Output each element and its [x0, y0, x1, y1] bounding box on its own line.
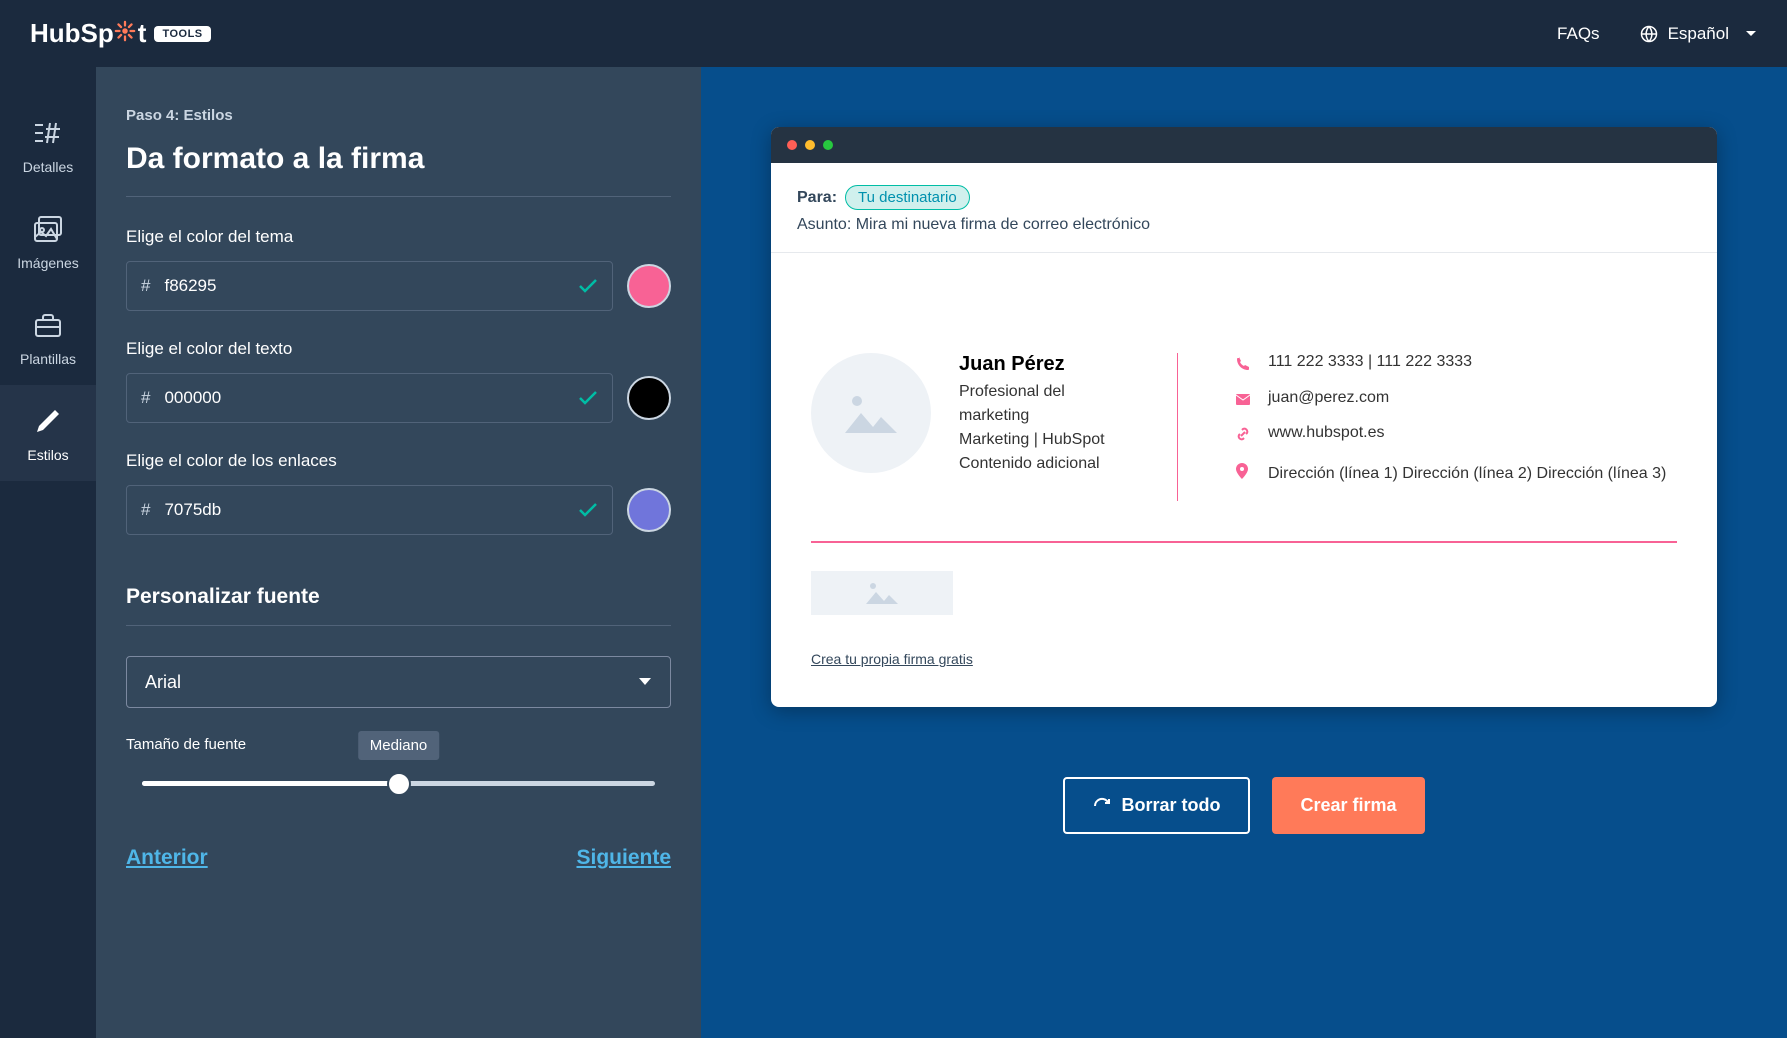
sidebar-item-imagenes[interactable]: Imágenes: [0, 193, 96, 289]
sidebar-item-label: Imágenes: [17, 255, 78, 271]
brand-text-prefix: HubSp: [30, 18, 114, 49]
email-icon: [1236, 392, 1252, 410]
font-select-value: Arial: [145, 672, 638, 693]
check-icon: [578, 278, 598, 294]
check-icon: [578, 502, 598, 518]
caret-down-icon: [1745, 30, 1757, 38]
pencil-icon: [30, 403, 66, 439]
link-icon: [1236, 427, 1252, 446]
form-panel: Paso 4: Estilos Da formato a la firma El…: [96, 67, 701, 1038]
faqs-link[interactable]: FAQs: [1557, 24, 1600, 44]
sig-address: Dirección (línea 1) Dirección (línea 2) …: [1268, 460, 1666, 487]
sig-line1: Profesional del marketing: [959, 380, 1139, 428]
sidebar: Detalles Imágenes Plantillas Estilos: [0, 67, 96, 1038]
window-titlebar: [771, 127, 1717, 163]
link-color-swatch[interactable]: [627, 488, 671, 532]
theme-color-input[interactable]: [164, 276, 578, 296]
sig-phone: 111 222 3333 | 111 222 3333: [1268, 353, 1472, 371]
theme-color-label: Elige el color del tema: [126, 227, 671, 247]
sig-line2: Marketing | HubSpot: [959, 428, 1139, 452]
check-icon: [578, 390, 598, 406]
hash-prefix: #: [141, 500, 150, 520]
images-icon: [30, 211, 66, 247]
link-color-input[interactable]: [164, 500, 578, 520]
sig-web: www.hubspot.es: [1268, 424, 1385, 442]
sig-line3: Contenido adicional: [959, 452, 1139, 476]
preview-window: Para: Tu destinatario Asunto: Mira mi nu…: [771, 127, 1717, 707]
sprocket-icon: [114, 18, 136, 49]
slider-thumb[interactable]: [387, 772, 411, 796]
subject-line: Asunto: Mira mi nueva firma de correo el…: [797, 216, 1691, 234]
text-color-input[interactable]: [164, 388, 578, 408]
link-color-label: Elige el color de los enlaces: [126, 451, 671, 471]
language-selector[interactable]: Español: [1640, 24, 1757, 44]
create-signature-button[interactable]: Crear firma: [1272, 777, 1424, 834]
to-recipient-pill: Tu destinatario: [845, 185, 970, 210]
link-color-input-wrap[interactable]: #: [126, 485, 613, 535]
phone-icon: [1236, 356, 1252, 375]
sidebar-item-label: Plantillas: [20, 351, 76, 367]
avatar-placeholder: [811, 353, 931, 473]
text-color-label: Elige el color del texto: [126, 339, 671, 359]
window-close-dot: [787, 140, 797, 150]
text-lines-icon: [30, 115, 66, 151]
step-label: Paso 4: Estilos: [126, 107, 671, 124]
window-min-dot: [805, 140, 815, 150]
brand-text-suffix: t: [138, 18, 147, 49]
language-label: Español: [1668, 24, 1729, 44]
sig-footer-line: [811, 541, 1677, 543]
theme-color-input-wrap[interactable]: #: [126, 261, 613, 311]
sidebar-item-label: Estilos: [27, 447, 68, 463]
to-label: Para:: [797, 189, 837, 207]
font-size-slider[interactable]: Mediano: [142, 781, 655, 786]
theme-color-swatch[interactable]: [627, 264, 671, 308]
map-pin-icon: [1236, 463, 1252, 484]
font-select[interactable]: Arial: [126, 656, 671, 708]
window-max-dot: [823, 140, 833, 150]
clear-all-button[interactable]: Borrar todo: [1063, 777, 1250, 834]
sig-name: Juan Pérez: [959, 353, 1139, 376]
caret-down-icon: [638, 677, 652, 687]
slider-tooltip: Mediano: [358, 731, 440, 760]
text-color-swatch[interactable]: [627, 376, 671, 420]
tools-badge: TOOLS: [154, 26, 210, 42]
logo[interactable]: HubSp t TOOLS: [30, 18, 211, 49]
preview-panel: Para: Tu destinatario Asunto: Mira mi nu…: [701, 67, 1787, 1038]
logo-placeholder: [811, 571, 953, 615]
hash-prefix: #: [141, 276, 150, 296]
hash-prefix: #: [141, 388, 150, 408]
sig-email: juan@perez.com: [1268, 389, 1389, 407]
app-header: HubSp t TOOLS FAQs Español: [0, 0, 1787, 67]
next-link[interactable]: Siguiente: [576, 846, 671, 870]
prev-link[interactable]: Anterior: [126, 846, 208, 870]
sig-divider: [1177, 353, 1178, 501]
font-section-title: Personalizar fuente: [126, 585, 671, 626]
sidebar-item-plantillas[interactable]: Plantillas: [0, 289, 96, 385]
signature-preview: Juan Pérez Profesional del marketing Mar…: [811, 353, 1677, 501]
refresh-icon: [1093, 797, 1111, 815]
sidebar-item-label: Detalles: [23, 159, 74, 175]
page-title: Da formato a la firma: [126, 142, 671, 197]
briefcase-icon: [30, 307, 66, 343]
sidebar-item-estilos[interactable]: Estilos: [0, 385, 96, 481]
globe-icon: [1640, 25, 1658, 43]
sidebar-item-detalles[interactable]: Detalles: [0, 97, 96, 193]
create-own-link[interactable]: Crea tu propia firma gratis: [811, 651, 1677, 667]
text-color-input-wrap[interactable]: #: [126, 373, 613, 423]
